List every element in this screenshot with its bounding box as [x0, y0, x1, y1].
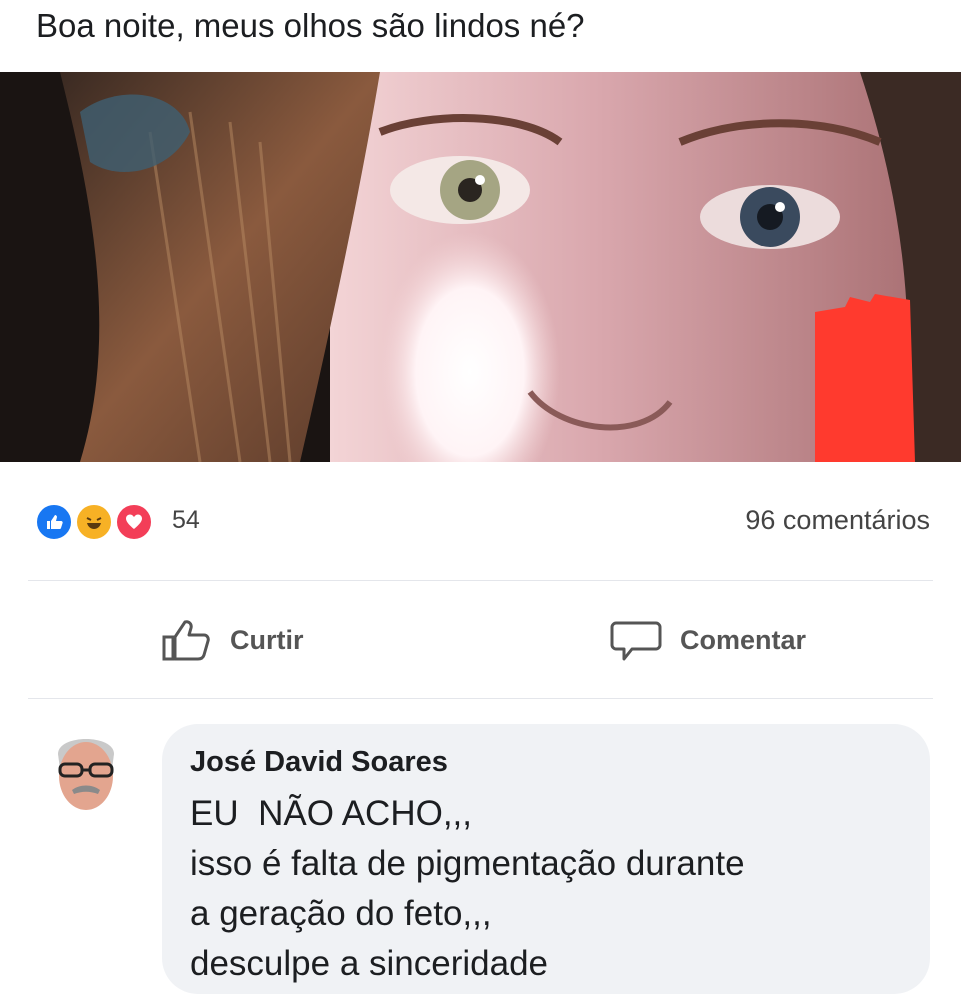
avatar[interactable] [46, 724, 126, 824]
like-icon [34, 502, 74, 542]
like-label: Curtir [230, 624, 304, 655]
reaction-icons[interactable] [34, 502, 164, 542]
thumbs-up-icon [162, 620, 210, 661]
comment-line: isso é falta de pigmentação durante [190, 844, 745, 883]
photo-illustration [0, 72, 961, 462]
speech-bubble-icon [610, 621, 662, 661]
divider [28, 698, 933, 699]
avatar-photo [46, 724, 126, 824]
comment-line: a geração do feto,,, [190, 894, 492, 933]
love-icon [114, 502, 154, 542]
like-button[interactable]: Curtir [160, 614, 304, 666]
comment-button[interactable]: Comentar [610, 614, 806, 666]
haha-icon [74, 502, 114, 542]
post-text: Boa noite, meus olhos são lindos né? [36, 7, 585, 44]
reactions-bar[interactable]: 54 96 comentários [34, 498, 934, 544]
comment-bubble[interactable]: José David Soares EU NÃO ACHO,,, isso é … [162, 724, 930, 994]
comments-count[interactable]: 96 comentários [745, 502, 930, 538]
reaction-count[interactable]: 54 [172, 502, 200, 538]
divider [28, 580, 933, 581]
comment-author[interactable]: José David Soares [190, 746, 448, 779]
comment-label: Comentar [680, 624, 807, 655]
comment-line: desculpe a sinceridade [190, 944, 549, 983]
action-row: Curtir Comentar [0, 606, 961, 676]
comment-line: EU NÃO ACHO,,, [190, 794, 472, 833]
post-photo[interactable] [0, 72, 961, 462]
